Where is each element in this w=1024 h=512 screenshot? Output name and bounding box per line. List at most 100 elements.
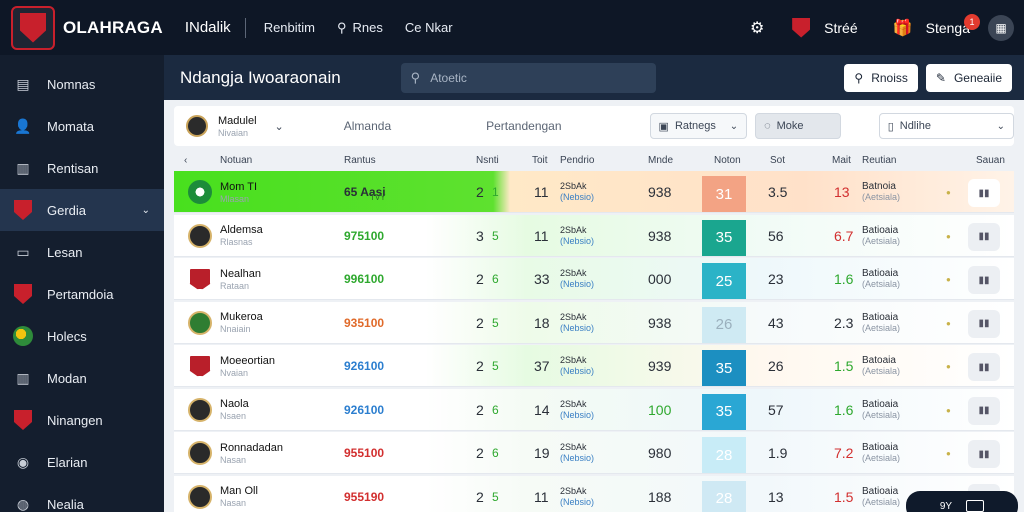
sidebar-item-10[interactable]: ◍ Nealia [0, 483, 164, 512]
goals-value: 37 [534, 358, 550, 374]
table-row[interactable]: Nealhan Rataan 996100 2 6 33 2SbAk (Nebsio) 000 2… [174, 258, 1014, 300]
sidebar-item-3[interactable]: Gerdia ⌄ [0, 189, 164, 231]
mode-value: 938 [648, 314, 672, 331]
score-box[interactable]: 28 [702, 480, 746, 512]
nav-item-1[interactable]: INdalik [185, 19, 231, 36]
table-row[interactable]: Moeeortian Nvaian 926100 2 5 37 2SbAk (Nebsio) 9… [174, 345, 1014, 387]
period-value: 2SbAk [560, 224, 587, 235]
brand-logo[interactable] [11, 5, 55, 50]
result-sub: (Aetsiala) [862, 496, 901, 507]
sidebar-item-1[interactable]: 👤 Momata [0, 105, 164, 147]
team-name[interactable]: Naola [220, 398, 249, 411]
collapse-icon[interactable]: ‹ [184, 155, 187, 166]
table-row[interactable]: Naola Nsaen 926100 2 6 14 2SbAk (Nebsio) 100 35 57… [174, 388, 1014, 431]
wins-value: 2 [476, 184, 484, 200]
row-action-button[interactable]: ▮▮ [968, 309, 1000, 338]
result-value: Batioaia [862, 398, 899, 410]
status-dot: ● [946, 405, 951, 415]
sidebar-item-9[interactable]: ◉ Elarian [0, 441, 164, 483]
brand-name[interactable]: OLAHRAGA [63, 18, 163, 38]
period-sub: (Nebsio) [560, 235, 595, 246]
team-logo [188, 484, 212, 509]
search-button[interactable]: ⚲ Rnoiss [844, 63, 918, 92]
row-action-button[interactable]: ▮▮ [968, 440, 1000, 468]
filter-label-2[interactable]: Pertandengan [486, 119, 561, 133]
ratings-select[interactable]: ▣ Ratnegs ⌄ [649, 113, 748, 139]
card-icon: ▭ [16, 243, 30, 260]
score-box[interactable]: 28 [702, 437, 746, 473]
score-box[interactable]: 26 [702, 306, 746, 343]
apps-grid-icon[interactable]: ▦ [988, 14, 1014, 41]
set-value: 13 [768, 488, 784, 505]
score-box[interactable]: 35 [702, 219, 746, 256]
sidebar-item-8[interactable]: Ninangen [0, 399, 164, 441]
floating-action-button[interactable]: 9Y [906, 491, 1018, 512]
team-logo [188, 223, 212, 248]
period-value: 2SbAk [560, 355, 587, 365]
nav-item-4[interactable]: Ce Nkar [405, 20, 453, 35]
row-action-button[interactable]: ▮▮ [968, 396, 1000, 425]
wins-value: 3 [476, 227, 484, 244]
team-name[interactable]: Man Oll [220, 485, 258, 498]
draws-value: 5 [492, 489, 499, 504]
table-row[interactable]: Mukeroa Nnaiain 935100 2 5 18 2SbAk (Nebsio) 938… [174, 301, 1014, 344]
sidebar-item-2[interactable]: ▥ Rentisan [0, 147, 164, 189]
sidebar-item-4[interactable]: ▭ Lesan [0, 231, 164, 273]
shield-icon [12, 283, 34, 305]
score-box[interactable]: 35 [702, 350, 746, 386]
row-action-button[interactable]: ▮▮ [968, 266, 1000, 294]
row-action-button[interactable]: ▮▮ [968, 353, 1000, 381]
period-value: 2SbAk [560, 485, 587, 496]
standings-table: ‹ Notuan Rantus Nsnti Toit Pendrio Mnde … [174, 149, 1014, 512]
search-input[interactable]: ⚲ Atoetic [400, 62, 656, 93]
status-dot: ● [946, 275, 951, 284]
row-action-button[interactable]: ▮▮ [968, 179, 1000, 207]
nav-item-3[interactable]: ⚲ Rnes [337, 20, 383, 36]
period-value: 2SbAk [560, 398, 587, 409]
table-header: ‹ Notuan Rantus Nsnti Toit Pendrio Mnde … [184, 154, 1005, 166]
score-box[interactable]: 31 [702, 176, 746, 212]
set-value: 56 [768, 227, 784, 244]
nav-item-2[interactable]: Renbitim [264, 20, 315, 35]
sidebar-item-0[interactable]: ▤ Nomnas [0, 63, 164, 105]
team-name[interactable]: Aldemsa [220, 224, 263, 237]
team-name[interactable]: Ronnadadan [220, 442, 283, 455]
score-box[interactable]: 25 [702, 263, 746, 299]
club-shield-icon[interactable] [788, 15, 814, 41]
generate-button[interactable]: ✎ Geneaiie [925, 63, 1012, 92]
building-icon: ▥ [16, 369, 30, 386]
top-right-label-1[interactable]: Stréé [824, 20, 857, 36]
bar-icon: ▮▮ [978, 405, 990, 416]
team-name[interactable]: Moeeortian [220, 355, 275, 368]
filter-label-1[interactable]: Almanda [344, 119, 391, 133]
team-name[interactable]: Mom TI [220, 181, 257, 194]
team-name[interactable]: Nealhan [220, 268, 261, 281]
result-sub: (Aetsiala) [862, 322, 901, 333]
result-value: Batioaia [862, 268, 899, 279]
top-right-label-2[interactable]: Stenga 1 [926, 13, 980, 36]
table-row[interactable]: Ronnadadan Nasan 955100 2 6 19 2SbAk (Nebsio) 98… [174, 432, 1014, 474]
chevron-down-icon: ⌄ [729, 120, 739, 132]
set-value: 1.9 [768, 445, 788, 461]
mode-value: 938 [648, 227, 672, 244]
mode-toggle[interactable]: ◌ Moke [755, 113, 841, 139]
gift-icon[interactable]: 🎁 [890, 15, 916, 41]
period-value: 2SbAk [560, 442, 587, 452]
sidebar-item-5[interactable]: Pertamdoia [0, 273, 164, 315]
gear-icon[interactable]: ⚙ [744, 15, 770, 41]
sidebar-item-6[interactable]: Holecs [0, 315, 164, 357]
team-selector[interactable]: Madulel Nivaian ⌄ [186, 115, 284, 138]
period-sub: (Nebsio) [560, 409, 595, 420]
wins-value: 2 [476, 488, 484, 505]
table-row[interactable]: Man Oll Nasan 955190 2 5 11 2SbAk (Nebsio) 188 28… [174, 475, 1014, 512]
table-row[interactable]: Mom TI Mlasan 65 Aasi TVY 2 1 11 2SbAk (Nebsio) 9… [174, 171, 1014, 213]
team-name[interactable]: Mukeroa [220, 311, 263, 324]
sidebar-item-7[interactable]: ▥ Modan [0, 357, 164, 399]
filter-select[interactable]: ▯ Ndlihe ⌄ [878, 113, 1015, 139]
result-sub: (Aetsiala) [862, 235, 901, 246]
score-box[interactable]: 35 [702, 393, 746, 430]
table-row[interactable]: Aldemsa Rlasnas 975100 3 5 11 2SbAk (Nebsio) 938… [174, 214, 1014, 257]
row-action-button[interactable]: ▮▮ [968, 222, 1000, 251]
points-value: 996100 [344, 272, 385, 286]
bar-icon: ▮▮ [978, 187, 990, 199]
